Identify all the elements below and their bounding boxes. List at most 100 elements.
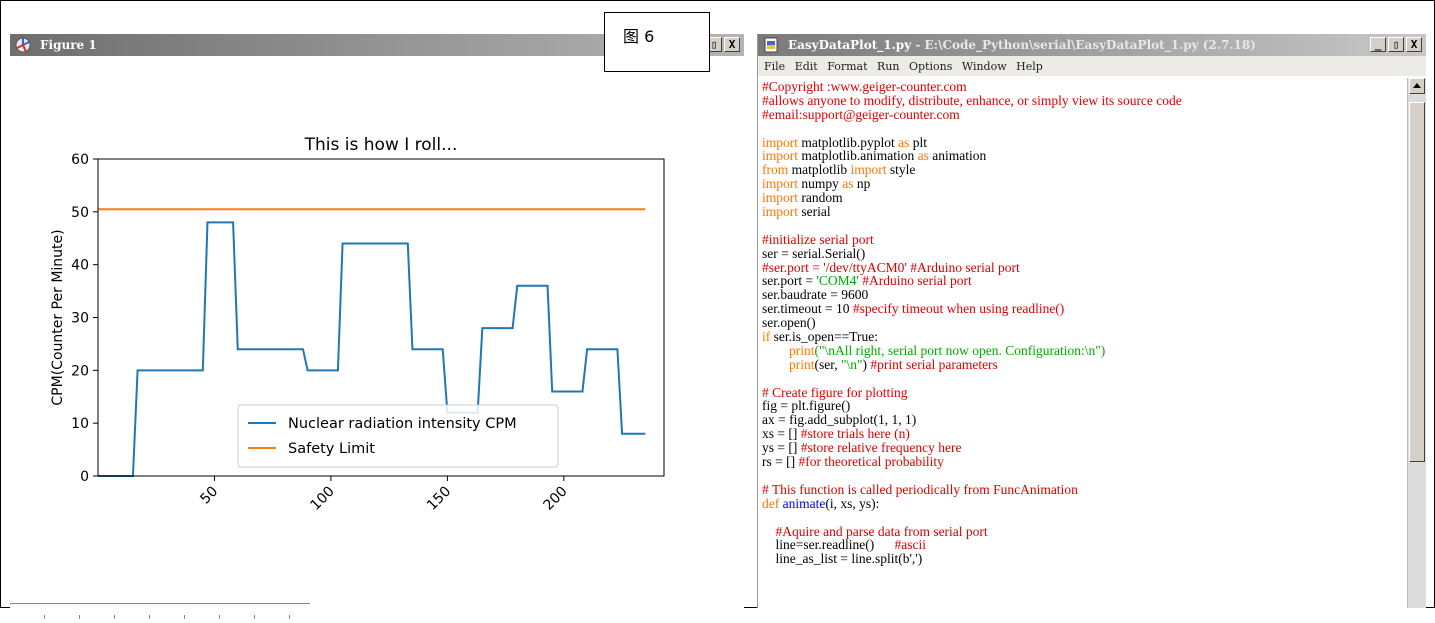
python-file-icon xyxy=(764,37,778,53)
code-token: ser.is_open==True: xyxy=(770,329,878,345)
code-token: animation xyxy=(928,148,987,164)
code-line[interactable]: # Create figure for plotting xyxy=(762,385,1402,400)
menu-format[interactable]: Format xyxy=(827,60,867,73)
code-line[interactable]: ax = fig.add_subplot(1, 1, 1) xyxy=(762,413,1402,427)
code-token: ser = serial.Serial() xyxy=(762,245,866,261)
code-token: fig = plt.figure() xyxy=(762,398,851,414)
code-line[interactable]: rs = [] #for theoretical probability xyxy=(762,455,1402,469)
editor-window: EasyDataPlot_1.py - E:\Code_Python\seria… xyxy=(757,34,1426,608)
code-token: #ser.port = '/dev/ttyACM0' #Arduino seri… xyxy=(762,259,1020,275)
code-line[interactable]: import serial xyxy=(762,205,1402,219)
code-token: #specify timeout when using readline() xyxy=(852,301,1065,317)
code-line[interactable]: ser.open() xyxy=(762,316,1402,330)
code-line[interactable]: from matplotlib import style xyxy=(762,163,1402,177)
code-line[interactable]: if ser.is_open==True: xyxy=(762,330,1402,344)
code-line[interactable]: #Copyright :www.geiger-counter.com xyxy=(762,80,1402,94)
editor-title-path: - E:\Code_Python\serial\EasyDataPlot_1.p… xyxy=(911,38,1256,52)
toolbar-slot[interactable] xyxy=(45,615,80,619)
code-token: line=ser.readline() xyxy=(762,537,895,553)
code-line[interactable]: import numpy as np xyxy=(762,177,1402,191)
code-line[interactable]: line_as_list = line.split(b',') xyxy=(762,552,1402,566)
code-token: print xyxy=(789,356,815,372)
code-line[interactable]: def animate(i, xs, ys): xyxy=(762,495,1402,511)
toolbar-slot[interactable] xyxy=(10,615,45,619)
y-tick-label: 0 xyxy=(80,469,89,485)
code-token: "\n" xyxy=(840,356,863,372)
editor-minimize-button[interactable]: _ xyxy=(1370,37,1386,52)
figure-window-buttons: ▯ X xyxy=(706,37,740,52)
code-line[interactable]: #email:support@geiger-counter.com xyxy=(762,106,1402,122)
code-token: def xyxy=(762,495,780,511)
code-line[interactable]: line=ser.readline() #ascii xyxy=(762,538,1402,552)
menu-help[interactable]: Help xyxy=(1016,60,1043,73)
code-line[interactable]: xs = [] #store trials here (n) xyxy=(762,427,1402,441)
legend-box xyxy=(237,404,559,468)
editor-titlebar[interactable]: EasyDataPlot_1.py - E:\Code_Python\seria… xyxy=(758,34,1426,56)
toolbar-slot[interactable] xyxy=(220,615,255,619)
code-token: import xyxy=(762,204,798,220)
editor-maximize-button[interactable]: ▯ xyxy=(1388,37,1404,52)
editor-title: EasyDataPlot_1.py - E:\Code_Python\seria… xyxy=(788,38,1256,52)
code-line[interactable]: ser.timeout = 10 #specify timeout when u… xyxy=(762,302,1402,316)
code-token: import xyxy=(850,162,887,178)
code-line[interactable]: print(ser, "\n") #print serial parameter… xyxy=(762,356,1402,372)
figure-close-button[interactable]: X xyxy=(724,37,740,52)
toolbar-slot[interactable] xyxy=(255,615,290,619)
code-line[interactable]: import random xyxy=(762,191,1402,205)
code-token: #initialize serial port xyxy=(762,231,874,247)
menu-file[interactable]: File xyxy=(764,60,785,73)
code-line[interactable] xyxy=(762,122,1402,136)
code-line[interactable]: print("\nAll right, serial port now open… xyxy=(762,343,1402,358)
y-tick-label: 10 xyxy=(71,416,89,432)
code-line[interactable]: ser.port = 'COM4' #Arduino serial port xyxy=(762,274,1402,288)
scroll-thumb[interactable] xyxy=(1409,102,1425,462)
figure-title: Figure 1 xyxy=(40,38,97,52)
code-token: xs = [] xyxy=(762,426,801,442)
code-token: #allows anyone to modify, distribute, en… xyxy=(762,92,1182,108)
code-line[interactable]: import matplotlib.pyplot as plt xyxy=(762,134,1402,150)
code-line[interactable] xyxy=(762,511,1402,525)
code-line[interactable]: # This function is called periodically f… xyxy=(762,482,1402,497)
code-token: as xyxy=(898,134,910,150)
code-line[interactable]: ser = serial.Serial() xyxy=(762,245,1402,261)
code-line[interactable]: #Aquire and parse data from serial port xyxy=(762,524,1402,539)
code-line[interactable] xyxy=(762,469,1402,483)
code-token: ser.timeout = 10 xyxy=(762,301,853,317)
code-line[interactable] xyxy=(762,219,1402,233)
y-tick-label: 60 xyxy=(71,152,89,168)
menu-options[interactable]: Options xyxy=(909,60,952,73)
code-line[interactable]: ys = [] #store relative frequency here xyxy=(762,441,1402,455)
code-token: np xyxy=(853,176,871,192)
code-token: #print serial parameters xyxy=(870,356,998,372)
code-token: as xyxy=(842,176,854,192)
x-tick-label: 100 xyxy=(308,484,338,514)
toolbar-slot[interactable] xyxy=(150,615,185,619)
toolbar-slot[interactable] xyxy=(115,615,150,619)
chart-title: This is how I roll... xyxy=(304,135,458,155)
menu-run[interactable]: Run xyxy=(877,60,899,73)
code-line[interactable]: ser.baudrate = 9600 xyxy=(762,288,1402,302)
figure-window: Figure 1 ▯ X This is how I roll... CPM(Co… xyxy=(10,34,744,619)
scroll-up-arrow-icon[interactable] xyxy=(1409,78,1425,94)
editor-scrollbar[interactable] xyxy=(1407,78,1426,608)
code-token: ser.baudrate = 9600 xyxy=(762,287,869,303)
toolbar-slot[interactable] xyxy=(80,615,115,619)
code-token: #store trials here (n) xyxy=(800,426,910,442)
menu-edit[interactable]: Edit xyxy=(795,60,818,73)
code-line[interactable]: import matplotlib.animation as animation xyxy=(762,149,1402,163)
code-token: #email:support@geiger-counter.com xyxy=(762,106,960,122)
code-line[interactable]: fig = plt.figure() xyxy=(762,399,1402,413)
code-line[interactable]: #allows anyone to modify, distribute, en… xyxy=(762,92,1402,108)
code-line[interactable] xyxy=(762,372,1402,386)
figure-app-icon xyxy=(15,37,31,53)
menu-window[interactable]: Window xyxy=(962,60,1007,73)
code-token: #for theoretical probability xyxy=(798,454,944,470)
code-line[interactable]: #ser.port = '/dev/ttyACM0' #Arduino seri… xyxy=(762,259,1402,275)
toolbar-slot[interactable] xyxy=(185,615,220,619)
code-editor[interactable]: #Copyright :www.geiger-counter.com #allow… xyxy=(762,80,1402,608)
editor-menubar: File Edit Format Run Options Window Help xyxy=(758,56,1426,76)
code-line[interactable]: #initialize serial port xyxy=(762,231,1402,247)
editor-close-button[interactable]: X xyxy=(1406,37,1422,52)
